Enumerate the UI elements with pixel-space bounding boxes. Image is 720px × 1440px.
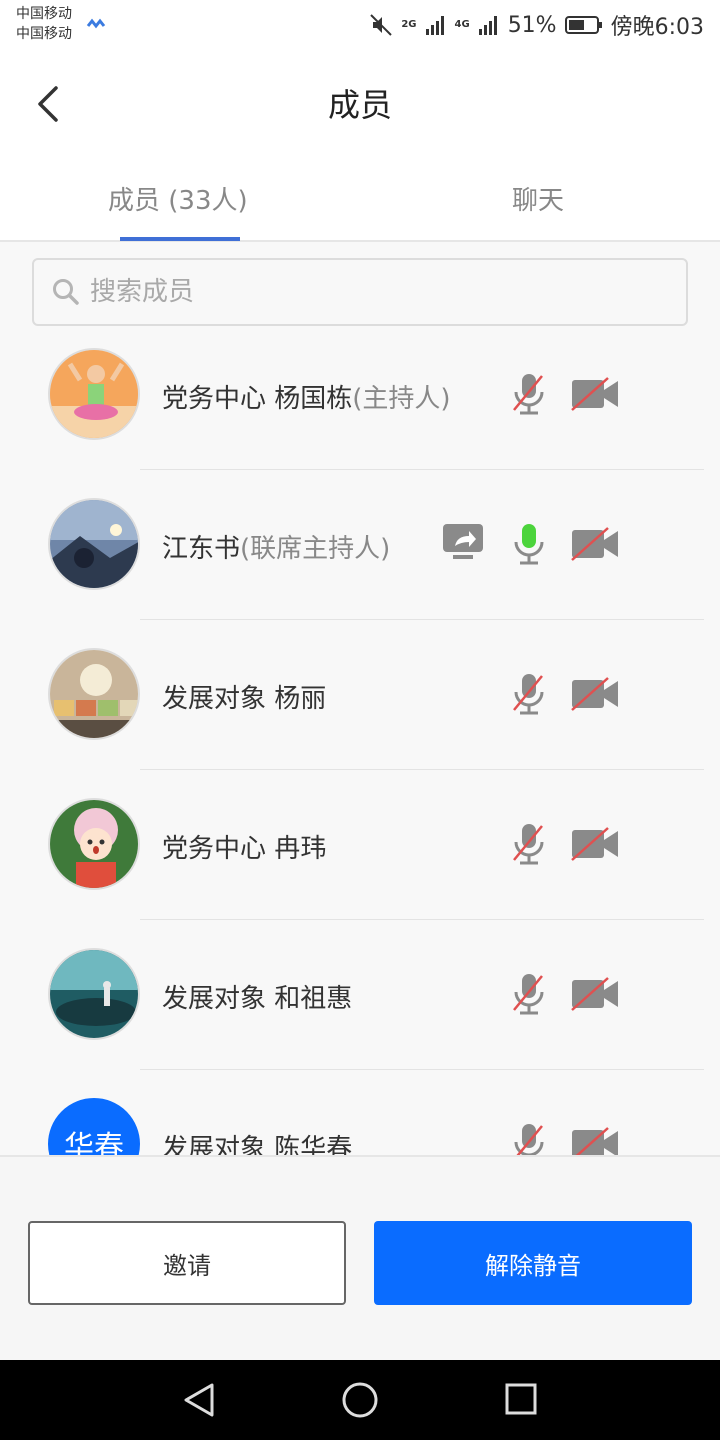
member-name: 发展对象 杨丽 [162, 678, 326, 715]
camera-off-icon[interactable] [570, 826, 620, 862]
mic-muted-icon[interactable] [510, 972, 548, 1016]
carrier-1: 中国移动 [16, 6, 72, 22]
camera-off-icon[interactable] [570, 376, 620, 412]
page-title: 成员 [327, 86, 392, 124]
battery-percent: 51% [507, 12, 557, 38]
bottom-action-bar: 邀请 解除静音 [0, 1155, 720, 1360]
clock: 傍晚6:03 [610, 15, 704, 40]
avatar [48, 798, 140, 890]
avatar-text: 华春 [64, 1130, 124, 1155]
nav-home-icon[interactable] [340, 1380, 380, 1420]
member-name-text: 党务中心 杨国栋 [162, 384, 353, 414]
tab-chat[interactable]: 聊天 [512, 180, 564, 217]
avatar [48, 948, 140, 1040]
member-role: (联席主持人) [240, 534, 391, 564]
member-name-text: 江东书 [162, 534, 241, 564]
signal-icon-2 [478, 16, 497, 35]
camera-off-icon[interactable] [570, 526, 620, 562]
avatar [48, 498, 140, 590]
member-list[interactable]: 党务中心 杨国栋(主持人) 江东书(联席主持人) 发展对象 杨丽 党务中心 冉玮… [0, 320, 720, 1155]
net-2g-label: 2G [401, 19, 417, 30]
status-bar: 中国移动 中国移动 2G 4G 51% 傍晚6:03 [0, 0, 720, 50]
member-row[interactable]: 发展对象 杨丽 [0, 620, 720, 770]
nav-back-icon[interactable] [182, 1382, 216, 1418]
mic-muted-icon[interactable] [510, 1122, 548, 1155]
status-icons: 2G 4G 51% 傍晚6:03 [369, 10, 704, 40]
camera-off-icon[interactable] [570, 676, 620, 712]
avatar [48, 648, 140, 740]
search-input[interactable] [90, 272, 670, 312]
avatar: 华春 [48, 1098, 140, 1155]
member-row[interactable]: 江东书(联席主持人) [0, 470, 720, 620]
tab-bar: 成员 (33人) 聊天 [0, 160, 720, 242]
tab-members[interactable]: 成员 (33人) [108, 180, 248, 217]
carrier-labels: 中国移动 中国移动 [16, 4, 72, 44]
member-name: 党务中心 冉玮 [162, 828, 326, 865]
search-box[interactable] [32, 258, 688, 326]
avatar [48, 348, 140, 440]
member-name-text: 发展对象 陈华春 [162, 1134, 353, 1155]
carrier-2: 中国移动 [16, 26, 72, 42]
member-role: (主持人) [352, 384, 451, 414]
header: 成员 [0, 50, 720, 160]
member-name: 发展对象 陈华春 [162, 1128, 352, 1155]
camera-off-icon[interactable] [570, 976, 620, 1012]
member-row[interactable]: 党务中心 杨国栋(主持人) [0, 320, 720, 470]
search-icon [53, 279, 79, 305]
hd-icon [86, 18, 106, 29]
nav-recent-icon[interactable] [504, 1382, 538, 1416]
invite-button[interactable]: 邀请 [28, 1221, 346, 1305]
member-name: 发展对象 和祖惠 [162, 978, 352, 1015]
member-name-text: 发展对象 和祖惠 [162, 984, 353, 1014]
member-name: 党务中心 杨国栋(主持人) [162, 378, 451, 415]
signal-icon [425, 16, 444, 35]
member-name: 江东书(联席主持人) [162, 528, 390, 565]
unmute-button[interactable]: 解除静音 [374, 1221, 692, 1305]
screen-share-icon[interactable] [442, 522, 484, 562]
member-row[interactable]: 发展对象 和祖惠 [0, 920, 720, 1070]
camera-off-icon[interactable] [570, 1126, 620, 1155]
member-row[interactable]: 华春 发展对象 陈华春 [0, 1070, 720, 1155]
mute-icon [370, 14, 393, 36]
tab-active-indicator [120, 237, 240, 241]
member-row[interactable]: 党务中心 冉玮 [0, 770, 720, 920]
member-name-text: 党务中心 冉玮 [162, 834, 327, 864]
mic-muted-icon[interactable] [510, 672, 548, 716]
battery-icon [564, 16, 602, 34]
mic-active-icon[interactable] [510, 522, 548, 566]
mic-muted-icon[interactable] [510, 822, 548, 866]
net-4g-label: 4G [454, 19, 470, 30]
system-nav-bar [0, 1360, 720, 1440]
mic-muted-icon[interactable] [510, 372, 548, 416]
member-name-text: 发展对象 杨丽 [162, 684, 327, 714]
